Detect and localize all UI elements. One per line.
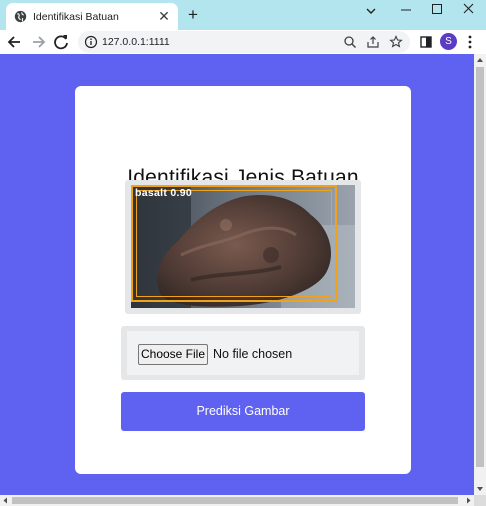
horizontal-scroll-thumb[interactable] bbox=[12, 497, 458, 504]
side-panel-icon[interactable] bbox=[415, 31, 437, 53]
result-image-frame: basalt 0.90 bbox=[125, 180, 361, 314]
detection-bounding-box: basalt 0.90 bbox=[131, 185, 337, 302]
address-bar[interactable]: 127.0.0.1:1111 bbox=[78, 31, 410, 53]
file-input[interactable]: Choose File No file chosen bbox=[127, 331, 359, 375]
choose-file-button[interactable]: Choose File bbox=[138, 344, 208, 365]
profile-avatar[interactable]: S bbox=[440, 33, 457, 50]
file-status-text: No file chosen bbox=[213, 347, 293, 361]
scroll-up-icon[interactable] bbox=[474, 54, 486, 66]
detection-box-inner bbox=[136, 190, 332, 297]
scrollbar-corner bbox=[474, 495, 486, 506]
detection-label: basalt 0.90 bbox=[135, 187, 192, 199]
vertical-scrollbar[interactable] bbox=[474, 54, 486, 495]
scroll-right-icon[interactable] bbox=[463, 495, 474, 506]
arrow-right-icon[interactable] bbox=[27, 31, 49, 53]
browser-titlebar: Identifikasi Batuan ✕ + bbox=[0, 0, 486, 30]
vertical-scroll-thumb[interactable] bbox=[476, 67, 484, 467]
url-text: 127.0.0.1:1111 bbox=[102, 36, 170, 48]
search-icon[interactable] bbox=[343, 35, 357, 49]
file-input-frame: Choose File No file chosen bbox=[121, 326, 365, 380]
globe-icon bbox=[14, 10, 27, 23]
kebab-menu-icon[interactable] bbox=[463, 34, 477, 50]
info-icon[interactable] bbox=[84, 35, 98, 49]
close-tab-icon[interactable]: ✕ bbox=[155, 7, 173, 25]
star-icon[interactable] bbox=[389, 35, 403, 49]
scroll-left-icon[interactable] bbox=[0, 495, 11, 506]
new-tab-button[interactable]: + bbox=[182, 4, 204, 26]
arrow-left-icon[interactable] bbox=[4, 31, 26, 53]
browser-toolbar: 127.0.0.1:1111 S bbox=[0, 30, 486, 54]
chevron-down-icon[interactable] bbox=[362, 2, 380, 20]
maximize-icon[interactable] bbox=[422, 0, 452, 20]
predict-button[interactable]: Prediksi Gambar bbox=[121, 392, 365, 431]
page-viewport: Identifikasi Jenis Batuan basalt 0.90 Ch… bbox=[0, 54, 474, 495]
minimize-icon[interactable] bbox=[390, 0, 422, 20]
reload-icon[interactable] bbox=[50, 31, 72, 53]
horizontal-scrollbar[interactable] bbox=[0, 495, 474, 506]
identification-card: Identifikasi Jenis Batuan basalt 0.90 Ch… bbox=[75, 86, 411, 474]
browser-tab[interactable]: Identifikasi Batuan ✕ bbox=[6, 3, 178, 30]
tab-title: Identifikasi Batuan bbox=[33, 11, 119, 23]
share-icon[interactable] bbox=[366, 35, 380, 49]
window-close-icon[interactable] bbox=[452, 0, 486, 20]
scroll-down-icon[interactable] bbox=[474, 483, 486, 495]
